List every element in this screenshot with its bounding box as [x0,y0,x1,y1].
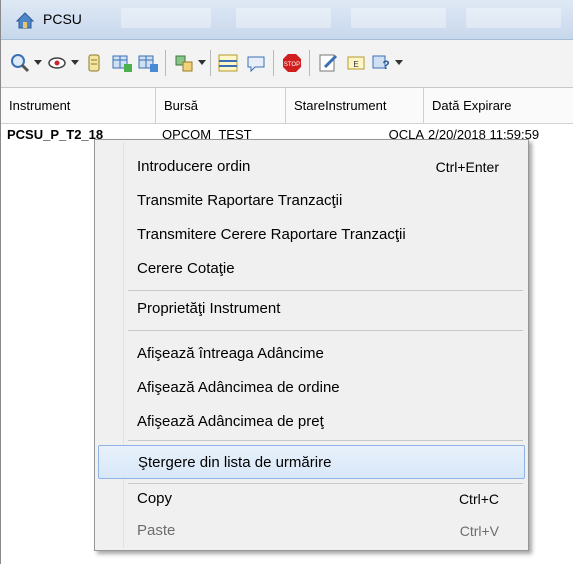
menu-item-copy[interactable]: Copy Ctrl+C [98,482,525,516]
menu-item-afiseaza-intreaga-adancime[interactable]: Afişează întreaga Adâncime [98,337,525,371]
menu-item-transmite-raportare[interactable]: Transmite Raportare Tranzacţii [98,184,525,218]
context-menu: Introducere ordin Ctrl+Enter Transmite R… [94,139,529,551]
blurred-tab [121,8,211,28]
menu-item-label: Afişează Adâncimea de ordine [137,379,340,396]
view-icon[interactable] [46,52,68,74]
chevron-down-icon[interactable] [198,60,206,65]
menu-item-label: Afişează întreaga Adâncime [137,345,324,362]
comment-icon[interactable] [245,52,267,74]
menu-item-paste: Paste Ctrl+V [98,514,525,548]
menu-item-label: Afişează Adâncimea de preţ [137,413,324,430]
chevron-down-icon[interactable] [395,60,403,65]
toolbar-separator [165,50,166,76]
blurred-tab [466,8,561,28]
menu-item-label: Introducere ordin [137,158,251,175]
chart-icon[interactable] [217,52,239,74]
menu-item-label: Transmitere Cerere Raportare Tranzacţii [137,226,406,243]
link-icon[interactable] [173,52,195,74]
menu-item-afiseaza-adancimea-ordine[interactable]: Afişează Adâncimea de ordine [98,371,525,405]
toolbar-separator [210,50,211,76]
menu-item-cerere-cotatie[interactable]: Cerere Cotaţie [98,252,525,286]
menu-item-label: Proprietăţi Instrument [137,300,281,317]
toolbar: STOP E ? [1,40,573,88]
menu-item-label: Ştergere din lista de urmărire [138,454,332,471]
menu-item-stergere-lista-urmarire[interactable]: Ştergere din lista de urmărire [98,445,525,479]
menu-item-shortcut: Ctrl+Enter [435,159,499,175]
column-stare-instrument[interactable]: StareInstrument [286,88,424,123]
window-icon[interactable]: E [345,52,367,74]
menu-item-afiseaza-adancimea-pret[interactable]: Afişează Adâncimea de preţ [98,405,525,439]
grid-remove-icon[interactable] [137,52,159,74]
menu-item-transmitere-cerere-raportare[interactable]: Transmitere Cerere Raportare Tranzacţii [98,218,525,252]
svg-text:STOP: STOP [284,62,300,68]
blurred-tab [236,8,331,28]
menu-item-label: Paste [137,522,176,539]
svg-text:E: E [353,60,358,69]
chevron-down-icon[interactable] [71,60,79,65]
menu-item-proprietati-instrument[interactable]: Proprietăţi Instrument [98,292,525,326]
menu-item-label: Cerere Cotaţie [137,260,235,277]
column-bursa[interactable]: Bursă [156,88,286,123]
column-instrument[interactable]: Instrument [1,88,156,123]
zoom-icon[interactable] [9,52,31,74]
window-title: PCSU [43,11,82,27]
column-data-expirare[interactable]: Dată Expirare [424,88,573,123]
menu-item-shortcut: Ctrl+C [458,491,499,507]
app-window: PCSU STOP E ? Instrument Bursă StareInst… [0,0,573,564]
toolbar-separator [309,50,310,76]
help-icon[interactable]: ? [371,52,393,74]
grid-add-icon[interactable] [111,52,133,74]
menu-separator [128,290,523,291]
app-icon [15,12,35,29]
note-icon[interactable] [83,52,105,74]
menu-item-introducere-ordin[interactable]: Introducere ordin Ctrl+Enter [98,150,525,184]
title-bar[interactable]: PCSU [1,0,573,40]
menu-item-shortcut: Ctrl+V [459,523,499,539]
menu-item-label: Transmite Raportare Tranzacţii [137,192,343,209]
column-header: Instrument Bursă StareInstrument Dată Ex… [1,88,573,124]
chevron-down-icon[interactable] [34,60,42,65]
toolbar-separator [273,50,274,76]
svg-text:?: ? [382,58,389,72]
edit-icon[interactable] [317,52,339,74]
menu-separator [128,330,523,331]
menu-item-label: Copy [137,490,173,507]
menu-separator [128,440,523,441]
stop-icon[interactable]: STOP [281,52,303,74]
blurred-tab [351,8,446,28]
